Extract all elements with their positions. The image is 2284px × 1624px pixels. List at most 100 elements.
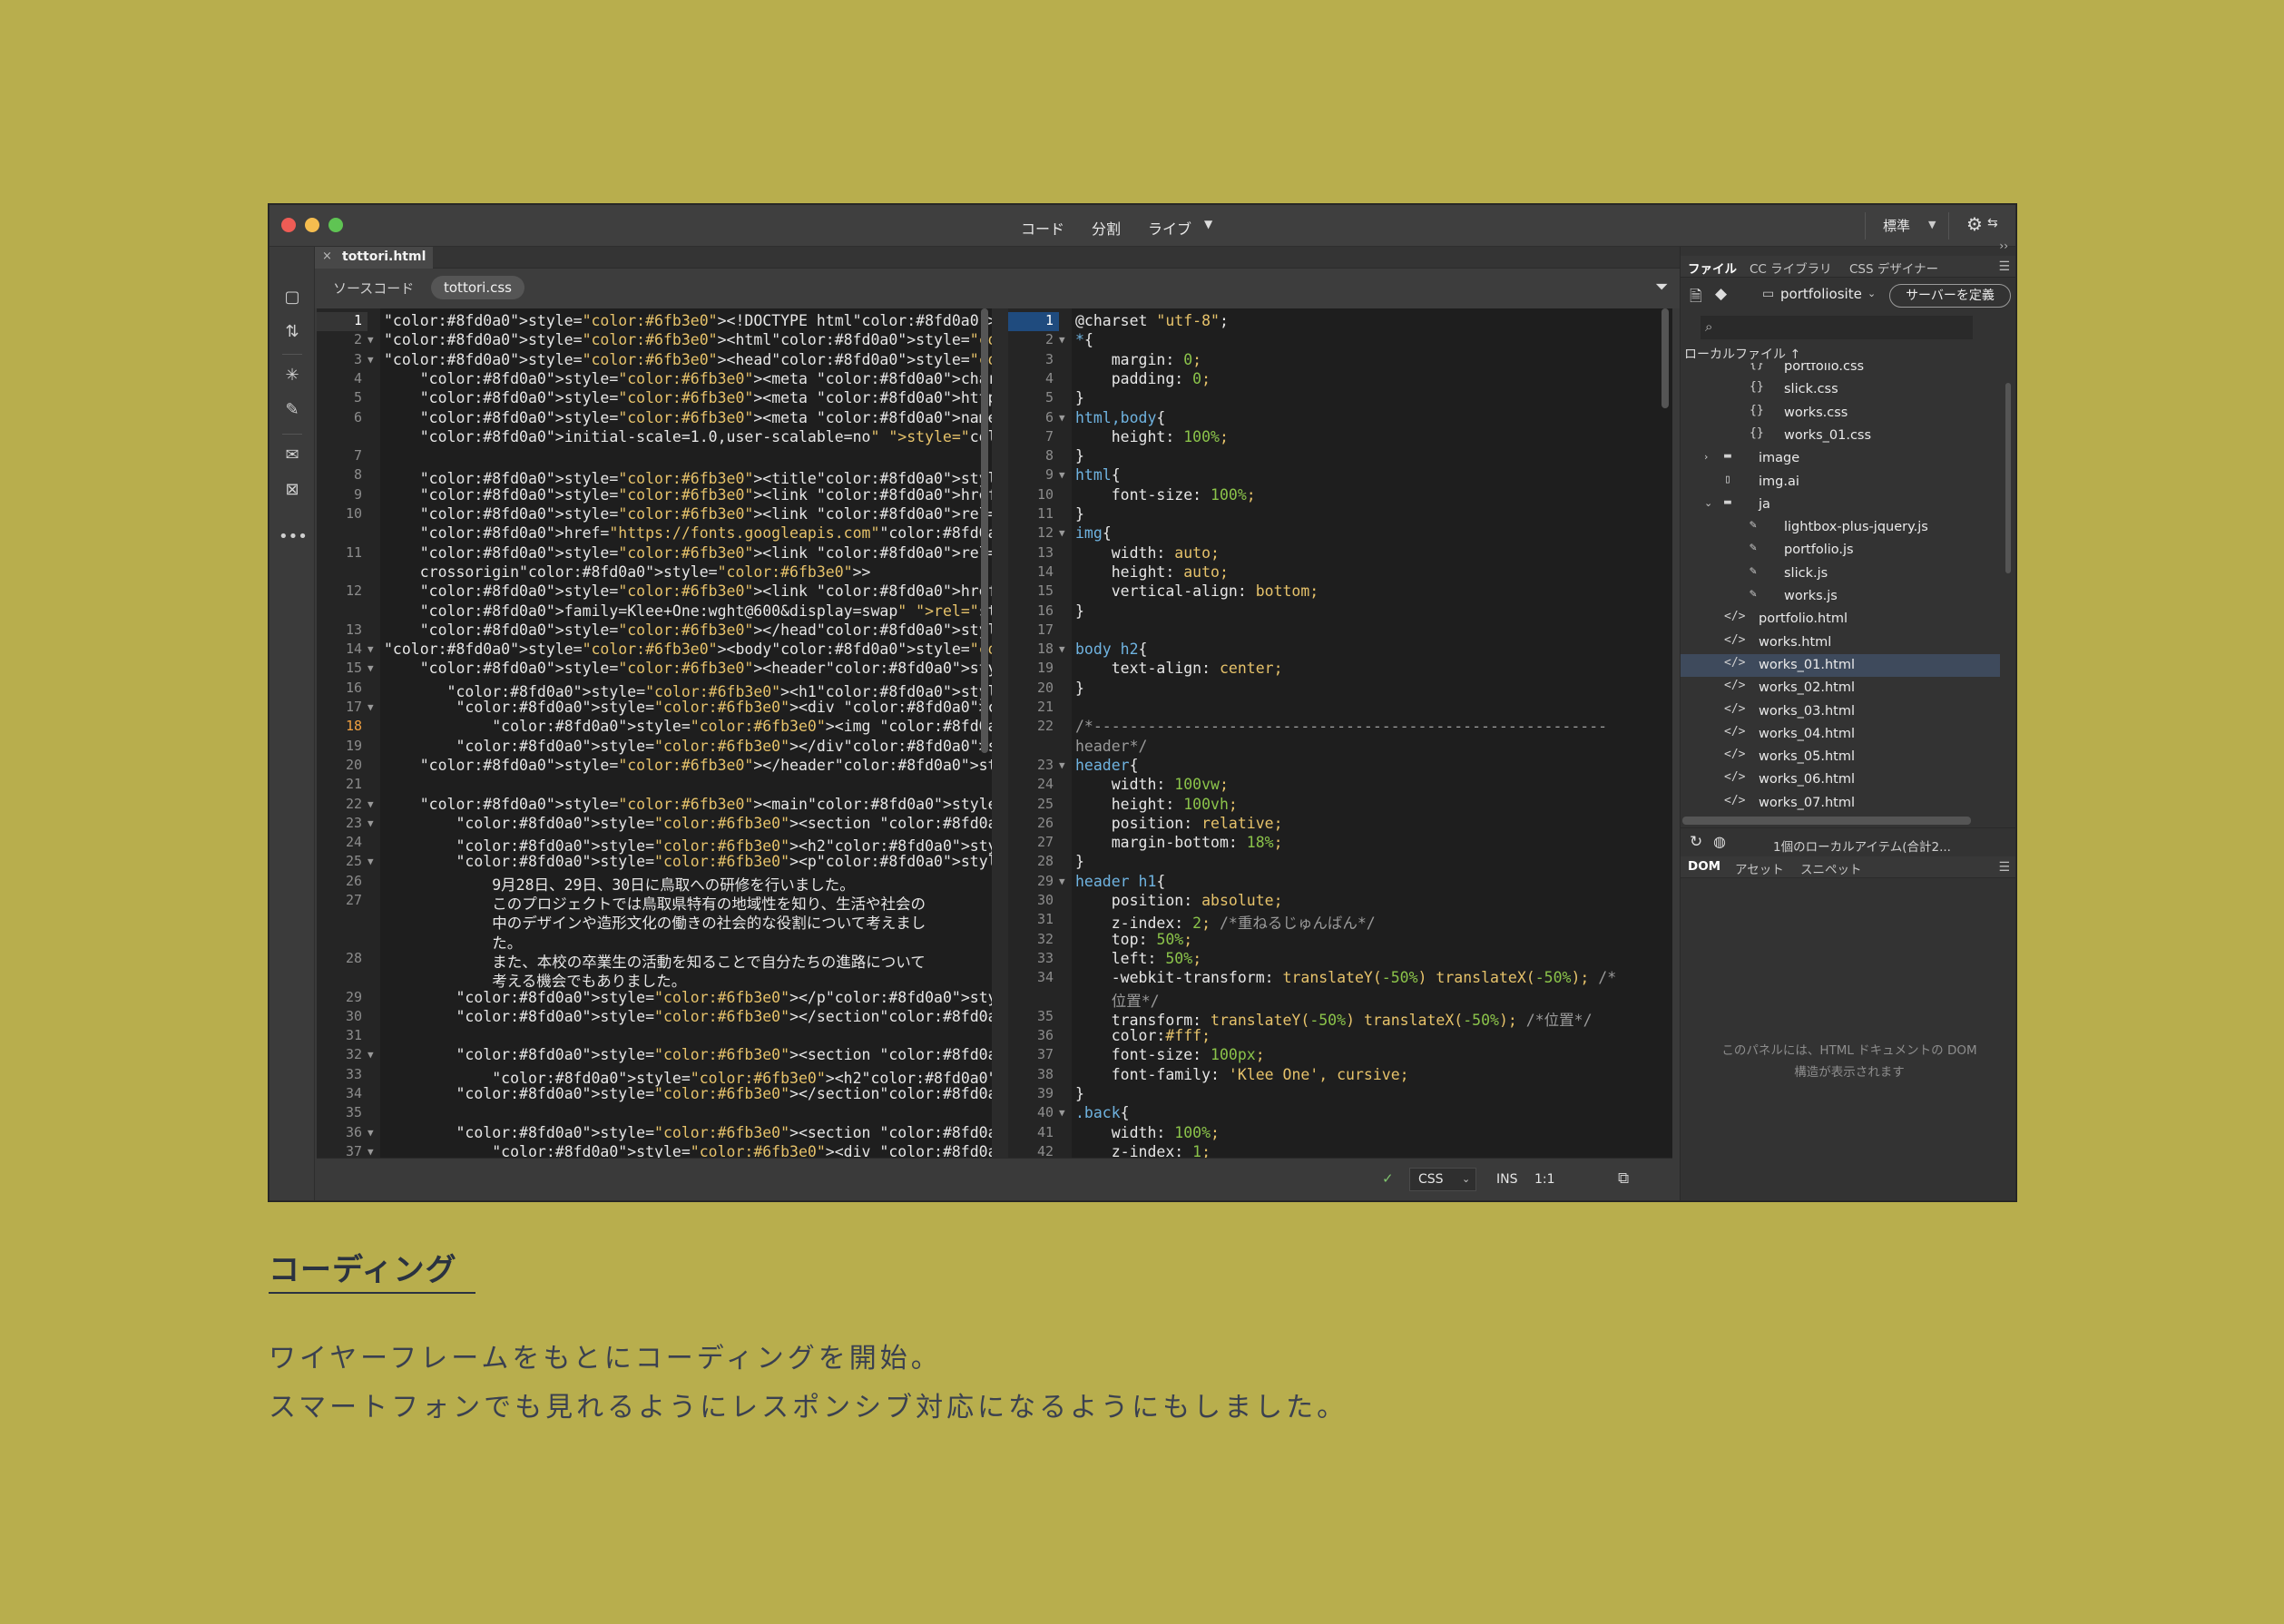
code-line[interactable]: } xyxy=(1075,1085,1084,1102)
filter-icon[interactable]: ⏷ xyxy=(1655,278,1668,297)
code-line[interactable]: height: 100vh; xyxy=(1075,796,1238,813)
file-tree-item[interactable]: </> works.html xyxy=(1681,631,2000,654)
css-code-pane[interactable]: 1 @charset "utf-8"; 2 ▼ *{3 margin: 0; 4 padd… xyxy=(1008,308,1672,1158)
code-line[interactable]: img{ xyxy=(1075,524,1112,542)
code-view-button[interactable]: コード xyxy=(1021,217,1064,239)
fold-toggle-icon[interactable]: ▼ xyxy=(368,856,374,867)
scrollbar[interactable] xyxy=(2005,383,2011,573)
edit-tool-icon[interactable]: ✎ xyxy=(279,397,306,423)
code-line[interactable]: } xyxy=(1075,602,1084,620)
fold-toggle-icon[interactable]: ▼ xyxy=(368,701,374,713)
minimize-window-button[interactable] xyxy=(305,218,319,232)
git-icon[interactable]: ◆ xyxy=(1715,285,1727,303)
fold-toggle-icon[interactable]: ▼ xyxy=(368,354,374,366)
code-line[interactable]: font-family: 'Klee One', cursive; xyxy=(1075,1066,1409,1083)
code-line[interactable]: top: 50%; xyxy=(1075,931,1192,948)
panel-menu-icon[interactable]: ☰ xyxy=(1998,860,2010,875)
fold-toggle-icon[interactable]: ▼ xyxy=(368,817,374,829)
code-line[interactable]: "color:#8fd0a0">initial-scale=1.0,user-s… xyxy=(384,428,992,445)
wrap-tag-icon[interactable]: ✳ xyxy=(279,363,306,388)
fold-toggle-icon[interactable]: ▼ xyxy=(368,334,374,346)
code-line[interactable]: "color:#8fd0a0">style="color:#6fb3e0"><m… xyxy=(384,796,992,813)
expand-folder-icon[interactable]: › xyxy=(1704,451,1708,463)
related-tab-source[interactable]: ソースコード xyxy=(333,279,414,298)
code-line[interactable]: "color:#8fd0a0">style="color:#6fb3e0"><h… xyxy=(384,331,992,348)
code-line[interactable]: /*--------------------------------------… xyxy=(1075,718,1607,735)
expand-panel-icon[interactable]: ›› xyxy=(1999,240,2008,252)
code-line[interactable]: vertical-align: bottom; xyxy=(1075,582,1319,600)
tab-assets[interactable]: アセット xyxy=(1735,859,1784,877)
file-tree-item[interactable]: › ▬ image xyxy=(1681,447,2000,470)
code-line[interactable]: width: auto; xyxy=(1075,544,1220,562)
code-line[interactable]: header{ xyxy=(1075,757,1139,774)
code-line[interactable]: height: 100%; xyxy=(1075,428,1229,445)
local-files-header[interactable]: ローカルファイル ↑ xyxy=(1684,345,1800,363)
live-view-dropdown-icon[interactable]: ▼ xyxy=(1204,218,1212,230)
fold-toggle-icon[interactable]: ▼ xyxy=(368,1146,374,1158)
code-line[interactable]: @charset "utf-8"; xyxy=(1075,312,1229,329)
code-line[interactable]: } xyxy=(1075,505,1084,523)
code-line[interactable]: "color:#8fd0a0">style="color:#6fb3e0"><b… xyxy=(384,641,992,658)
code-line[interactable]: "color:#8fd0a0">style="color:#6fb3e0"><m… xyxy=(384,409,992,426)
fold-toggle-icon[interactable]: ▼ xyxy=(368,643,374,655)
code-line[interactable]: "color:#8fd0a0">style="color:#6fb3e0"><p… xyxy=(384,853,992,870)
file-tree-item[interactable]: ⌄ ▬ ja xyxy=(1681,494,2000,516)
code-line[interactable]: z-index: 1; xyxy=(1075,1143,1211,1158)
tab-files[interactable]: ファイル xyxy=(1688,259,1737,277)
code-line[interactable]: "color:#8fd0a0">style="color:#6fb3e0"><l… xyxy=(384,486,992,504)
code-line[interactable]: "color:#8fd0a0">style="color:#6fb3e0"><s… xyxy=(384,1124,992,1141)
code-line[interactable]: position: absolute; xyxy=(1075,892,1283,909)
code-line[interactable]: body h2{ xyxy=(1075,641,1147,658)
code-line[interactable]: "color:#8fd0a0">style="color:#6fb3e0"></… xyxy=(384,757,992,774)
tab-cc-libraries[interactable]: CC ライブラリ xyxy=(1750,259,1832,277)
live-view-button[interactable]: ライブ xyxy=(1148,217,1191,239)
code-line[interactable]: "color:#8fd0a0">style="color:#6fb3e0"><m… xyxy=(384,389,992,406)
file-tree-item[interactable]: </> works_03.html xyxy=(1681,700,2000,723)
remove-comment-icon[interactable]: ⊠ xyxy=(279,477,306,503)
preview-icon[interactable]: ⧉ xyxy=(1618,1169,1629,1188)
code-line[interactable]: "color:#8fd0a0">style="color:#6fb3e0"><!… xyxy=(384,312,992,329)
close-window-button[interactable] xyxy=(281,218,296,232)
code-line[interactable]: margin: 0; xyxy=(1075,351,1201,368)
related-tab-css[interactable]: tottori.css xyxy=(431,276,524,299)
code-line[interactable]: } xyxy=(1075,447,1084,465)
tab-snippets[interactable]: スニペット xyxy=(1800,859,1862,877)
code-line[interactable]: left: 50%; xyxy=(1075,950,1201,967)
comment-icon[interactable]: ✉ xyxy=(279,443,306,468)
fold-toggle-icon[interactable]: ▼ xyxy=(1059,469,1065,481)
maximize-window-button[interactable] xyxy=(328,218,343,232)
gear-icon[interactable]: ⚙ xyxy=(1966,213,1983,235)
file-tree-item[interactable]: </> works_06.html xyxy=(1681,768,2000,791)
connect-icon[interactable]: ◍ xyxy=(1713,833,1726,850)
workspace-selector[interactable]: 標準 xyxy=(1883,216,1910,235)
code-line[interactable]: "color:#8fd0a0">style="color:#6fb3e0"></… xyxy=(384,989,992,1006)
code-line[interactable]: "color:#8fd0a0">family=Klee+One:wght@600… xyxy=(384,602,992,620)
code-line[interactable]: -webkit-transform: translateY(-50%) tran… xyxy=(1075,969,1616,986)
file-management-icon[interactable]: ⇅ xyxy=(279,319,306,345)
file-tree-item[interactable]: ✎ lightbox-plus-jquery.js xyxy=(1681,516,2000,539)
code-line[interactable]: } xyxy=(1075,389,1084,406)
code-line[interactable]: html,body{ xyxy=(1075,409,1165,426)
open-documents-icon[interactable]: ▢ xyxy=(279,285,306,310)
fold-toggle-icon[interactable]: ▼ xyxy=(1059,643,1065,655)
code-line[interactable]: "color:#8fd0a0">style="color:#6fb3e0"><l… xyxy=(384,544,992,562)
file-tree-item[interactable]: </> works_04.html xyxy=(1681,723,2000,746)
code-line[interactable]: font-size: 100px; xyxy=(1075,1046,1265,1063)
site-selector[interactable]: portfoliosite xyxy=(1780,286,1862,302)
file-tree-item[interactable]: ✎ works.js xyxy=(1681,585,2000,608)
code-line[interactable]: text-align: center; xyxy=(1075,660,1283,677)
tab-dom[interactable]: DOM xyxy=(1688,859,1720,874)
code-line[interactable]: padding: 0; xyxy=(1075,370,1211,387)
fold-toggle-icon[interactable]: ▼ xyxy=(1059,334,1065,346)
fold-toggle-icon[interactable]: ▼ xyxy=(1059,1107,1065,1119)
code-line[interactable]: "color:#8fd0a0">style="color:#6fb3e0"></… xyxy=(384,621,992,639)
code-line[interactable]: width: 100%; xyxy=(1075,1124,1220,1141)
manage-sites-icon[interactable]: 🗎 xyxy=(1690,285,1702,311)
code-line[interactable]: font-size: 100%; xyxy=(1075,486,1256,504)
file-tree-item[interactable]: ✎ portfolio.js xyxy=(1681,539,2000,562)
code-line[interactable]: height: auto; xyxy=(1075,563,1229,581)
code-line[interactable]: header h1{ xyxy=(1075,873,1165,890)
code-line[interactable]: header*/ xyxy=(1075,738,1147,755)
code-line[interactable]: width: 100vw; xyxy=(1075,776,1229,793)
code-line[interactable]: "color:#8fd0a0">style="color:#6fb3e0"></… xyxy=(384,738,992,755)
